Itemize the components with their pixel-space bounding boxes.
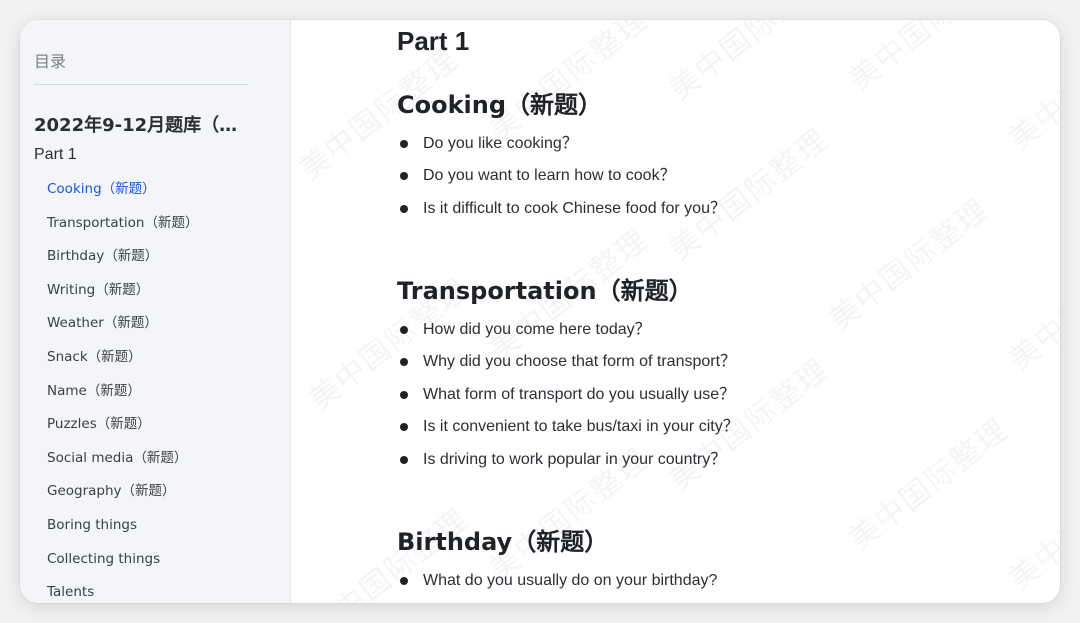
- bullet-icon: [400, 326, 408, 334]
- toc-list: Cooking（新题） Transportation（新题） Birthday（…: [47, 178, 198, 603]
- toc-item-name[interactable]: Name（新题）: [47, 380, 198, 414]
- bullet-icon: [400, 358, 408, 367]
- watermark: 美中国际整理: [838, 20, 1016, 98]
- toc-header: 目录: [34, 52, 67, 71]
- toc-divider: [34, 84, 248, 85]
- list-item: Is it convenient to take bus/taxi in you…: [397, 417, 739, 449]
- bullet-icon: [400, 204, 408, 213]
- bullet-icon: [400, 455, 408, 464]
- question-list-birthday: What do you usually do on your birthday?: [397, 571, 717, 603]
- list-item: How did you come here today？: [397, 320, 739, 352]
- question-text: What form of transport do you usually us…: [423, 385, 736, 403]
- toc-item-boring-things[interactable]: Boring things: [47, 514, 198, 548]
- question-text: Do you want to learn how to cook？: [423, 167, 676, 185]
- toc-item-puzzles[interactable]: Puzzles（新题）: [47, 413, 198, 447]
- list-item: Do you want to learn how to cook？: [397, 166, 726, 198]
- question-text: Is driving to work popular in your count…: [423, 450, 727, 468]
- question-text: Do you like cooking？: [423, 135, 578, 152]
- watermark: 美中国际整理: [658, 20, 836, 108]
- watermark: 美中国际整理: [998, 226, 1060, 379]
- toc-item-social-media[interactable]: Social media（新题）: [47, 447, 198, 481]
- toc-item-transportation[interactable]: Transportation（新题）: [47, 212, 198, 246]
- document-content: 美中国际整理 美中国际整理 美中国际整理 美中国际整理 美中国际整理 美中国际整…: [291, 20, 1060, 603]
- bullet-icon: [400, 577, 408, 585]
- toc-document-title[interactable]: 2022年9-12月题库（持...: [34, 111, 254, 137]
- bullet-icon: [400, 172, 408, 181]
- toc-part-1[interactable]: Part 1: [34, 146, 77, 164]
- list-item: Do you like cooking？: [397, 134, 726, 166]
- section-title-transportation: Transportation（新题）: [397, 277, 693, 305]
- toc-item-weather[interactable]: Weather（新题）: [47, 312, 198, 346]
- question-list-cooking: Do you like cooking？ Do you want to lear…: [397, 134, 726, 231]
- question-text: Why did you choose that form of transpor…: [423, 353, 737, 371]
- question-text: What do you usually do on your birthday?: [423, 572, 718, 589]
- watermark: 美中国际整理: [818, 186, 996, 339]
- question-text: How did you come here today？: [423, 321, 651, 338]
- toc-item-geography[interactable]: Geography（新题）: [47, 480, 198, 514]
- bullet-icon: [400, 140, 408, 148]
- toc-item-birthday[interactable]: Birthday（新题）: [47, 245, 198, 279]
- question-text: Is it convenient to take bus/taxi in you…: [423, 418, 739, 436]
- toc-item-talents[interactable]: Talents: [47, 581, 198, 603]
- toc-item-cooking[interactable]: Cooking（新题）: [47, 178, 198, 212]
- app-window: 目录 2022年9-12月题库（持... Part 1 Cooking（新题） …: [20, 20, 1060, 603]
- list-item: What do you usually do on your birthday?: [397, 571, 717, 603]
- section-title-cooking: Cooking（新题）: [397, 91, 603, 119]
- list-item: Is driving to work popular in your count…: [397, 450, 739, 482]
- list-item: What form of transport do you usually us…: [397, 385, 739, 417]
- watermark: 美中国际整理: [838, 406, 1016, 559]
- toc-item-snack[interactable]: Snack（新题）: [47, 346, 198, 380]
- section-title-birthday: Birthday（新题）: [397, 528, 609, 556]
- bullet-icon: [400, 390, 408, 399]
- list-item: Why did you choose that form of transpor…: [397, 352, 739, 384]
- table-of-contents-sidebar: 目录 2022年9-12月题库（持... Part 1 Cooking（新题） …: [20, 20, 291, 603]
- question-text: Is it difficult to cook Chinese food for…: [423, 199, 726, 217]
- page-heading: Part 1: [397, 26, 470, 56]
- question-list-transportation: How did you come here today？ Why did you…: [397, 320, 739, 482]
- list-item: Is it difficult to cook Chinese food for…: [397, 199, 726, 231]
- watermark: 美中国际整理: [998, 446, 1060, 599]
- bullet-icon: [400, 423, 408, 432]
- toc-item-collecting-things[interactable]: Collecting things: [47, 548, 198, 582]
- toc-item-writing[interactable]: Writing（新题）: [47, 279, 198, 313]
- watermark: 美中国际整理: [998, 20, 1060, 158]
